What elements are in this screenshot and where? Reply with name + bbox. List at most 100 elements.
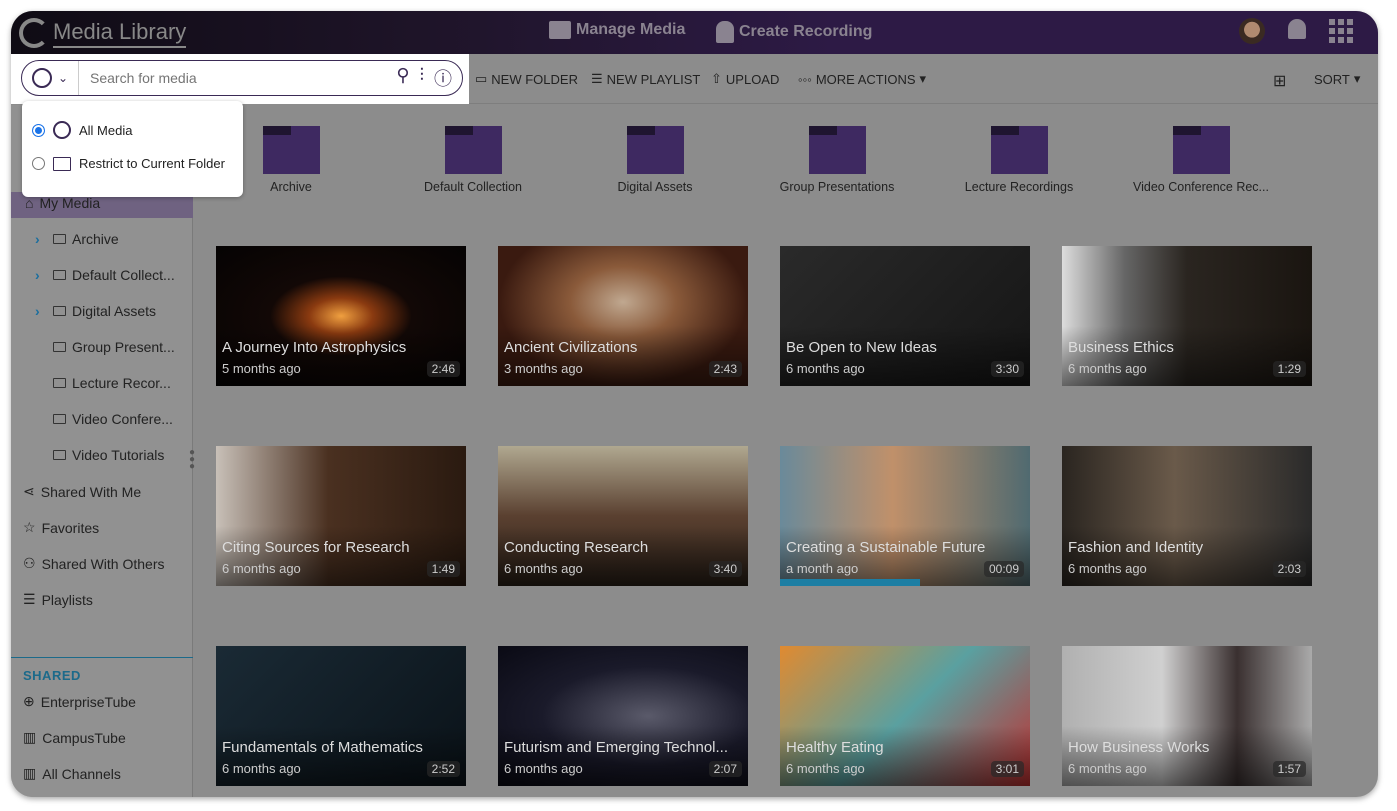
filter-icon[interactable]: ⫶ xyxy=(420,65,425,91)
sidebar-folder[interactable]: Video Confere... xyxy=(35,411,173,427)
folder-tile[interactable]: Lecture Recordings xyxy=(939,126,1099,194)
media-duration: 3:40 xyxy=(708,561,742,577)
grid-view-icon: ⊞ xyxy=(1273,73,1287,90)
media-title[interactable]: A Journey Into Astrophysics xyxy=(222,339,406,356)
media-title[interactable]: Healthy Eating xyxy=(786,739,884,756)
shared-item[interactable]: ▥ CampusTube xyxy=(23,729,126,746)
option-all-media[interactable]: All Media xyxy=(32,121,132,139)
folder-tile[interactable]: Video Conference Rec... xyxy=(1121,126,1281,194)
media-card[interactable]: Healthy Eating 6 months ago 3:01 xyxy=(780,646,1030,786)
sidebar-folder[interactable]: › Default Collect... xyxy=(35,267,175,283)
media-age: a month ago xyxy=(786,561,859,576)
caret-down-icon: ▾ xyxy=(1353,71,1361,86)
resize-handle[interactable]: ● ● ● xyxy=(189,448,195,472)
folder-icon xyxy=(53,156,71,171)
sidebar-item[interactable]: ☆ Favorites xyxy=(23,519,99,536)
media-card[interactable]: Futurism and Emerging Technol... 6 months… xyxy=(498,646,748,786)
video-folder-icon xyxy=(549,21,571,39)
logo-icon[interactable] xyxy=(19,18,49,48)
option-label: Restrict to Current Folder xyxy=(79,156,225,171)
upload-button[interactable]: ⇧ UPLOAD xyxy=(711,71,779,87)
shared-item[interactable]: ⊕ EnterpriseTube xyxy=(23,693,136,710)
bell-icon[interactable] xyxy=(1288,19,1306,39)
avatar[interactable] xyxy=(1239,18,1265,44)
media-title[interactable]: Conducting Research xyxy=(504,539,648,556)
media-title[interactable]: Ancient Civilizations xyxy=(504,339,637,356)
sidebar-folder[interactable]: Group Present... xyxy=(35,339,175,355)
media-age: 6 months ago xyxy=(1068,361,1147,376)
more-actions-button[interactable]: ◦◦◦ MORE ACTIONS ▾ xyxy=(798,71,926,87)
chevron-right-icon[interactable]: › xyxy=(35,303,47,319)
folder-icon xyxy=(53,306,66,316)
media-card[interactable]: A Journey Into Astrophysics 5 months ago 2… xyxy=(216,246,466,386)
folder-tile[interactable]: Group Presentations xyxy=(757,126,917,194)
sort-label: SORT xyxy=(1314,71,1350,87)
app-title[interactable]: Media Library xyxy=(53,19,187,48)
sidebar-folder[interactable]: Video Tutorials xyxy=(35,447,164,463)
media-title[interactable]: Futurism and Emerging Technol... xyxy=(504,739,728,756)
folder-name: Video Conference Rec... xyxy=(1133,180,1269,194)
search-scope-button[interactable]: ⌄ xyxy=(22,61,79,95)
search-box: ⌄ ⚲ ⫶ ⓘ xyxy=(21,60,463,96)
option-restrict-folder[interactable]: Restrict to Current Folder xyxy=(32,156,225,171)
chevron-right-icon[interactable]: › xyxy=(35,267,47,283)
media-card[interactable]: Fundamentals of Mathematics 6 months ago 2… xyxy=(216,646,466,786)
media-card[interactable]: Be Open to New Ideas 6 months ago 3:30 xyxy=(780,246,1030,386)
folder-name: Digital Assets xyxy=(617,180,693,194)
sidebar-item-label: Shared With Others xyxy=(41,555,165,572)
thumbnail-overlay xyxy=(498,326,748,386)
media-age: 6 months ago xyxy=(222,761,301,776)
new-folder-button[interactable]: ▭ NEW FOLDER xyxy=(475,71,578,87)
sidebar-folder[interactable]: Lecture Recor... xyxy=(35,375,171,391)
sidebar-item-label: Playlists xyxy=(41,591,93,608)
media-card[interactable]: Conducting Research 6 months ago 3:40 xyxy=(498,446,748,586)
sidebar-folder[interactable]: › Digital Assets xyxy=(35,303,156,319)
media-age: 6 months ago xyxy=(1068,761,1147,776)
thumbnail-overlay xyxy=(780,526,1030,586)
folder-icon xyxy=(53,234,66,244)
grid-view-button[interactable]: ⊞ xyxy=(1273,71,1286,91)
manage-media-button[interactable]: Manage Media xyxy=(549,21,685,39)
sidebar-item[interactable]: ⚇ Shared With Others xyxy=(23,555,165,572)
media-card[interactable]: How Business Works 6 months ago 1:57 xyxy=(1062,646,1312,786)
media-title[interactable]: Fashion and Identity xyxy=(1068,539,1203,556)
media-card[interactable]: Business Ethics 6 months ago 1:29 xyxy=(1062,246,1312,386)
thumbnail-overlay xyxy=(1062,526,1312,586)
radio-all-media[interactable] xyxy=(32,123,45,137)
media-card[interactable]: Citing Sources for Research 6 months ago 1… xyxy=(216,446,466,586)
shared-item[interactable]: ▥ All Channels xyxy=(23,765,121,782)
folder-icon xyxy=(53,378,66,388)
media-title[interactable]: How Business Works xyxy=(1068,739,1209,756)
folder-tile[interactable]: Default Collection xyxy=(393,126,553,194)
sidebar-item[interactable]: ⋖ Shared With Me xyxy=(23,483,141,500)
thumbnail-overlay xyxy=(498,526,748,586)
playlist-icon: ☰ xyxy=(23,591,36,607)
media-card[interactable]: Ancient Civilizations 3 months ago 2:43 xyxy=(498,246,748,386)
folder-icon xyxy=(1172,126,1230,174)
info-icon[interactable]: ⓘ xyxy=(434,65,452,91)
folder-label: Digital Assets xyxy=(72,303,157,319)
sort-button[interactable]: SORT ▾ xyxy=(1314,71,1360,87)
sidebar-folder[interactable]: › Archive xyxy=(35,231,119,247)
folder-tile[interactable]: Digital Assets xyxy=(575,126,735,194)
search-icon[interactable]: ⚲ xyxy=(396,65,409,91)
chevron-right-icon[interactable]: › xyxy=(35,231,47,247)
sidebar-item-my-media-label[interactable]: ⌂ My Media xyxy=(25,195,100,211)
radio-restrict-folder[interactable] xyxy=(32,157,45,170)
new-playlist-button[interactable]: ☰ NEW PLAYLIST xyxy=(591,71,700,87)
media-title[interactable]: Fundamentals of Mathematics xyxy=(222,739,423,756)
create-recording-button[interactable]: Create Recording xyxy=(716,21,872,43)
media-card[interactable]: Creating a Sustainable Future a month ago… xyxy=(780,446,1030,586)
media-title[interactable]: Business Ethics xyxy=(1068,339,1174,356)
sidebar-item[interactable]: ☰ Playlists xyxy=(23,591,93,608)
search-input[interactable] xyxy=(79,70,397,86)
shared-heading: SHARED xyxy=(23,668,81,683)
thumbnail-overlay xyxy=(216,526,466,586)
media-title[interactable]: Creating a Sustainable Future xyxy=(786,539,985,556)
recording-icon xyxy=(716,21,734,43)
media-title[interactable]: Be Open to New Ideas xyxy=(786,339,937,356)
media-title[interactable]: Citing Sources for Research xyxy=(222,539,410,556)
apps-grid-icon[interactable] xyxy=(1329,19,1353,43)
shared-users-icon: ⚇ xyxy=(23,555,36,571)
media-card[interactable]: Fashion and Identity 6 months ago 2:03 xyxy=(1062,446,1312,586)
